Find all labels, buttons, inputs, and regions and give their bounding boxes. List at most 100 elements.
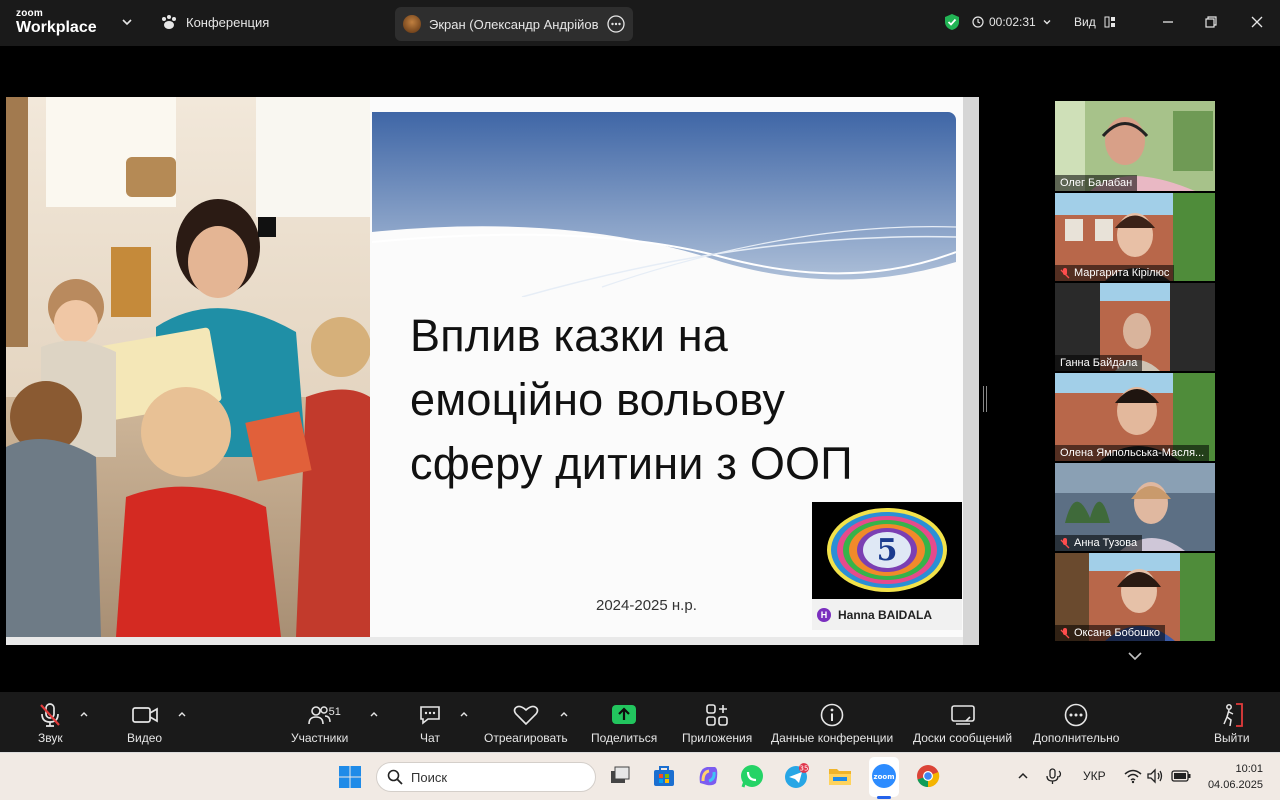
taskbar-search-box[interactable]: Поиск: [376, 762, 596, 792]
participant-tile[interactable]: Анна Тузова: [1055, 463, 1215, 551]
conference-button[interactable]: Конференция: [160, 14, 269, 30]
slide-photo-teacher-reading: [6, 97, 370, 637]
copilot-icon[interactable]: [695, 763, 721, 789]
apps-label: Приложения: [682, 731, 753, 745]
mic-muted-icon: [40, 703, 61, 727]
participants-count: 51: [328, 706, 341, 718]
leave-icon: [1223, 703, 1243, 727]
slide-blue-banner: [372, 112, 956, 297]
share-screen-button[interactable]: Поделиться: [591, 702, 657, 745]
slide-title-line-3: сферу дитини з ООП: [410, 438, 853, 489]
search-placeholder: Поиск: [411, 769, 448, 785]
tray-chevron-up-icon[interactable]: [1017, 771, 1029, 781]
share-label: Поделиться: [591, 731, 658, 745]
apps-icon: [706, 704, 728, 726]
react-options-caret-icon[interactable]: [559, 710, 569, 718]
leave-button[interactable]: Выйти: [1214, 702, 1250, 745]
telegram-icon[interactable]: 35: [783, 763, 809, 789]
react-button[interactable]: Отреагировать: [484, 702, 568, 745]
video-label: Видео: [127, 731, 163, 745]
chevron-down-icon[interactable]: [120, 15, 134, 29]
info-icon: [820, 703, 844, 727]
video-button[interactable]: Видео: [127, 702, 162, 745]
battery-icon[interactable]: [1171, 770, 1191, 782]
slide-title-line-2: емоційно вольову: [410, 374, 786, 425]
shared-slide: Вплив казки на емоційно вольову сферу ди…: [6, 97, 979, 645]
telegram-badge: 35: [800, 765, 809, 773]
participant-tile[interactable]: Олег Балабан: [1055, 101, 1215, 191]
zoom-title-bar: zoom Workplace Конференция Экран (Олекса…: [0, 0, 1280, 46]
more-options-icon[interactable]: [607, 15, 625, 33]
participant-tile[interactable]: Оксана Бобошко: [1055, 553, 1215, 641]
meeting-timer[interactable]: 00:02:31: [972, 15, 1053, 29]
mic-in-use-icon[interactable]: [1045, 768, 1065, 786]
windows-taskbar: Поиск 35 zoom УКР 10:01 04.06.2025: [0, 752, 1280, 800]
wifi-icon[interactable]: [1124, 768, 1142, 784]
restore-icon[interactable]: [1203, 14, 1219, 30]
whiteboards-button[interactable]: Доски сообщений: [913, 702, 1012, 745]
view-button[interactable]: Вид: [1074, 15, 1116, 29]
chat-icon: [420, 706, 440, 725]
close-icon[interactable]: [1249, 14, 1265, 30]
participants-button[interactable]: 51 Участники: [291, 702, 348, 745]
video-options-caret-icon[interactable]: [177, 710, 187, 718]
zoom-app-icon[interactable]: zoom: [871, 763, 897, 789]
minimize-icon[interactable]: [1160, 14, 1176, 30]
encryption-shield-icon[interactable]: [944, 13, 960, 31]
logo-top-text: zoom: [16, 8, 43, 19]
participant-name-tag: Оксана Бобошко: [1055, 625, 1165, 641]
more-label: Дополнительно: [1033, 731, 1120, 745]
view-label: Вид: [1074, 15, 1096, 29]
microsoft-store-icon[interactable]: [651, 763, 677, 789]
mic-muted-icon: [1060, 267, 1070, 278]
participant-name-tag: Олег Балабан: [1055, 175, 1138, 191]
whatsapp-icon[interactable]: [739, 763, 765, 789]
timer-value: 00:02:31: [989, 15, 1036, 29]
clock-icon: [972, 16, 984, 28]
file-explorer-icon[interactable]: [827, 763, 853, 789]
leave-label: Выйти: [1214, 731, 1250, 745]
school-logo-emblem: 5: [812, 502, 962, 599]
slide-title: Вплив казки на емоційно вольову сферу ди…: [410, 304, 930, 496]
chat-options-caret-icon[interactable]: [459, 710, 469, 718]
meeting-info-button[interactable]: Данные конференции: [771, 702, 893, 745]
keyboard-language[interactable]: УКР: [1083, 769, 1106, 783]
active-app-indicator: [877, 796, 891, 799]
scroll-down-chevron-icon[interactable]: [1127, 650, 1143, 662]
apps-button[interactable]: Приложения: [682, 702, 752, 745]
audio-button[interactable]: Звук: [38, 702, 63, 745]
task-view-icon[interactable]: [607, 763, 633, 789]
participants-options-caret-icon[interactable]: [369, 710, 379, 718]
participant-name-tag: Ганна Байдала: [1055, 355, 1143, 371]
windows-start-icon[interactable]: [338, 765, 362, 789]
chrome-icon[interactable]: [915, 763, 941, 789]
slide-edge: [963, 97, 979, 645]
volume-icon[interactable]: [1147, 768, 1165, 784]
screen-share-indicator[interactable]: Экран (Олександр Андрійович Г: [395, 7, 633, 41]
audio-options-caret-icon[interactable]: [79, 710, 89, 718]
participant-tile[interactable]: Маргарита Кірілюс: [1055, 193, 1215, 281]
audio-label: Звук: [38, 731, 63, 745]
whiteboards-label: Доски сообщений: [913, 731, 1013, 745]
chat-label: Чат: [420, 731, 440, 745]
heart-icon: [513, 705, 539, 726]
react-label: Отреагировать: [484, 731, 568, 745]
participant-name: Олег Балабан: [1060, 177, 1133, 189]
participant-video-strip: Олег Балабан Маргарита Кірілюс Ганна Бай…: [1055, 101, 1215, 643]
search-icon: [387, 769, 403, 785]
meeting-info-label: Данные конференции: [771, 731, 894, 745]
panel-resize-handle[interactable]: [983, 386, 987, 412]
chat-button[interactable]: Чат: [418, 702, 442, 745]
more-button[interactable]: Дополнительно: [1033, 702, 1119, 745]
svg-text:zoom: zoom: [874, 773, 895, 781]
paw-icon: [162, 15, 176, 29]
mic-muted-icon: [1060, 627, 1070, 638]
slide-title-line-1: Вплив казки на: [410, 310, 729, 361]
taskbar-clock[interactable]: 10:01 04.06.2025: [1203, 761, 1263, 793]
participant-tile[interactable]: Ганна Байдала: [1055, 283, 1215, 371]
meeting-controls-bar: Звук Видео 51 Участники Чат Отреагироват…: [0, 692, 1280, 752]
participant-name: Ганна Байдала: [1060, 357, 1138, 369]
participant-name-tag: Маргарита Кірілюс: [1055, 265, 1175, 281]
participants-label: Участники: [291, 731, 349, 745]
participant-tile[interactable]: Олена Ямпольська-Масля...: [1055, 373, 1215, 461]
